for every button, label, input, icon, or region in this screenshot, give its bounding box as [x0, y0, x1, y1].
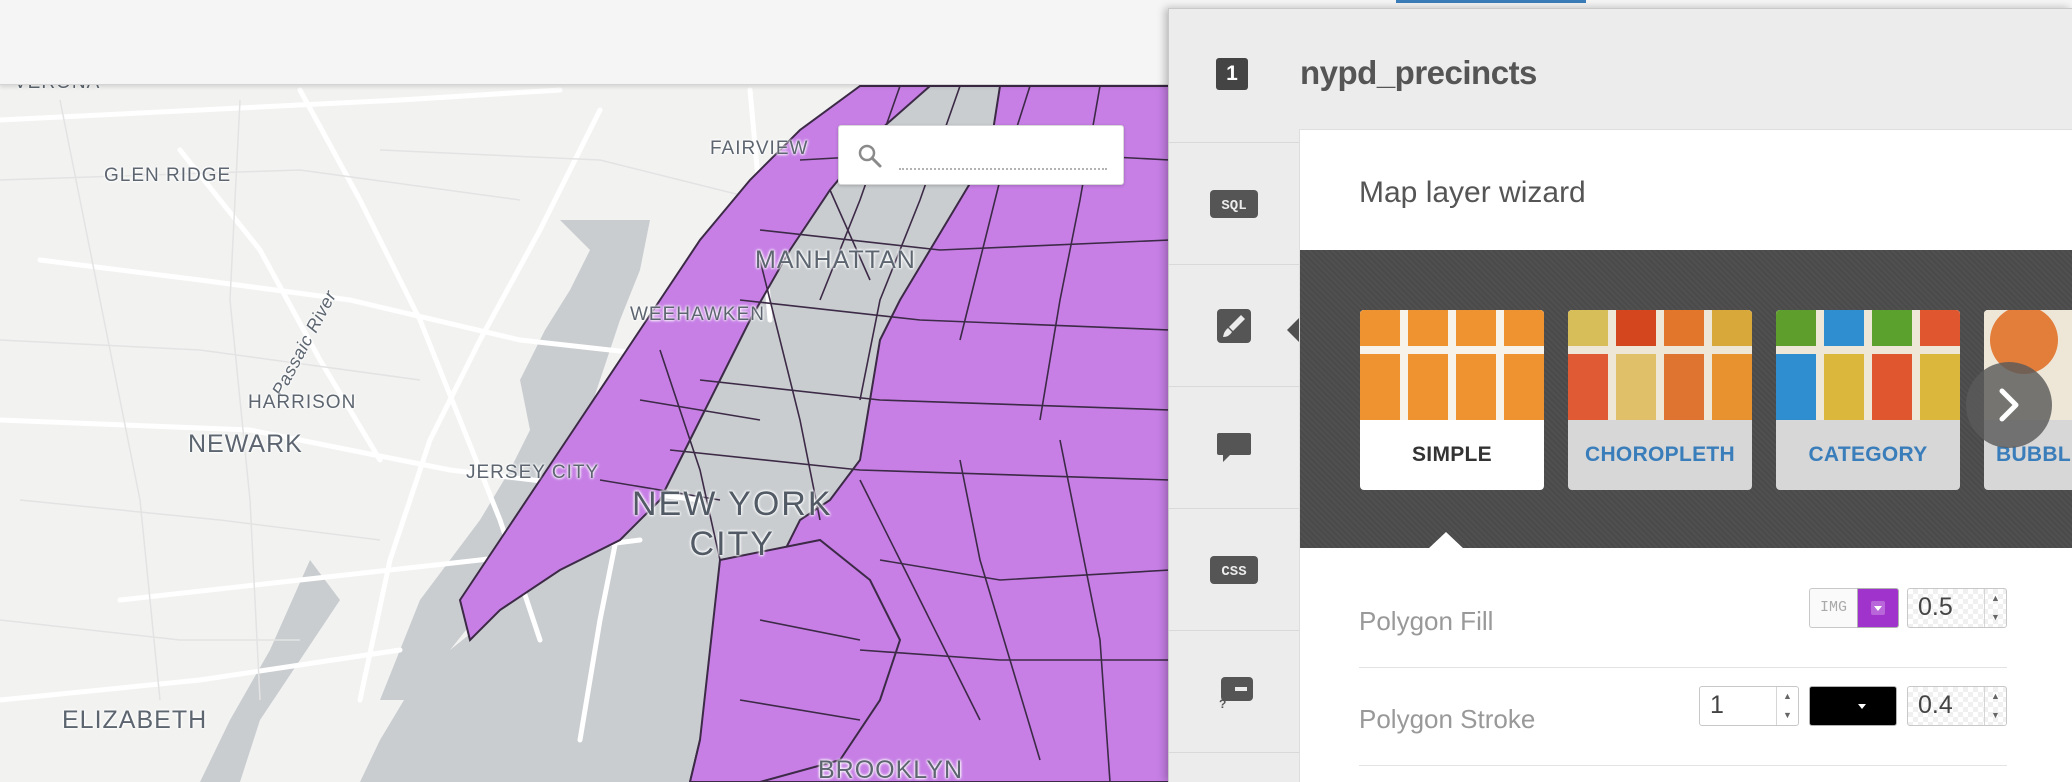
tool-css[interactable]: CSS — [1169, 509, 1299, 631]
map-label-newark: NEWARK — [188, 430, 303, 458]
map-label-fairview: FAIRVIEW — [710, 138, 809, 159]
layer-name[interactable]: nypd_precincts — [1300, 54, 1537, 92]
panel-top-strip — [1168, 0, 2072, 8]
svg-text:?: ? — [1219, 697, 1226, 709]
map-label-weehawken: WEEHAWKEN — [630, 304, 765, 325]
dropdown-arrow-icon — [1858, 704, 1866, 709]
viz-card-choropleth[interactable]: CHOROPLETH — [1568, 310, 1752, 490]
stepper-down-icon[interactable]: ▼ — [1985, 608, 2006, 627]
active-tab-indicator — [1396, 0, 1586, 3]
polygon-fill-row: Polygon Fill IMG 0.5 ▲ ▼ — [1359, 570, 2007, 668]
polygon-fill-label: Polygon Fill — [1359, 606, 1494, 636]
map-label-new-york-line1: NEW YORK — [632, 485, 833, 523]
visualization-carousel: SIMPLE CHOROPLETH CATEGORY BUBBL — [1300, 250, 2072, 548]
viz-card-simple[interactable]: SIMPLE — [1360, 310, 1544, 490]
map-label-new-york-city: NEW YORK CITY — [632, 484, 833, 564]
stepper-up-icon[interactable]: ▲ — [1985, 589, 2006, 608]
layer-panel: 1 nypd_precincts SQL CSS ? Map layer wiz… — [1168, 8, 2072, 782]
css-icon: CSS — [1210, 555, 1258, 584]
map-label-elizabeth: ELIZABETH — [62, 706, 208, 734]
choropleth-thumbnail — [1568, 310, 1752, 420]
map-label-manhattan: MANHATTAN — [755, 246, 916, 274]
viz-card-category[interactable]: CATEGORY — [1776, 310, 1960, 490]
chevron-right-icon — [1999, 388, 2019, 422]
map-search-input[interactable] — [899, 140, 1107, 170]
map-layer-wizard: Map layer wizard SIMPLE CHOROPLETH CATEG… — [1299, 129, 2072, 782]
tool-legend[interactable]: ? — [1169, 631, 1299, 753]
tool-sql[interactable]: SQL — [1169, 143, 1299, 265]
wizard-title: Map layer wizard — [1359, 176, 1586, 209]
map-label-jersey-city: JERSEY CITY — [466, 462, 600, 483]
polygon-stroke-opacity-value: 0.4 — [1918, 691, 1953, 719]
layer-number-badge: 1 — [1216, 58, 1248, 90]
polygon-fill-image-button[interactable]: IMG — [1809, 588, 1857, 628]
polygon-fill-opacity-stepper[interactable]: ▲ ▼ — [1984, 589, 2006, 627]
dropdown-arrow-icon — [1871, 601, 1885, 615]
carousel-next-button[interactable] — [1966, 362, 2052, 448]
viz-label-simple: SIMPLE — [1412, 443, 1492, 466]
map-canvas[interactable]: VERONA FAIRVIEW GLEN RIDGE MANHATTAN WEE… — [0, 0, 1170, 782]
tool-wizard[interactable] — [1169, 265, 1299, 387]
map-label-brooklyn: BROOKLYN — [818, 756, 964, 782]
map-search-box[interactable] — [838, 125, 1124, 185]
top-toolbar — [0, 0, 1170, 85]
polygon-stroke-label: Polygon Stroke — [1359, 704, 1536, 734]
polygon-fill-opacity-input[interactable]: 0.5 ▲ ▼ — [1907, 588, 2007, 628]
search-icon — [858, 144, 882, 168]
polygon-stroke-opacity-stepper[interactable]: ▲ ▼ — [1984, 687, 2006, 725]
polygon-stroke-width-input[interactable]: 1 ▲ ▼ — [1699, 686, 1799, 726]
sql-icon: SQL — [1210, 189, 1258, 218]
polygon-stroke-row: Polygon Stroke 1 ▲ ▼ 0.4 ▲ ▼ — [1359, 668, 2007, 766]
polygon-fill-opacity-value: 0.5 — [1918, 593, 1953, 621]
map-label-glen-ridge: GLEN RIDGE — [104, 165, 232, 186]
category-thumbnail — [1776, 310, 1960, 420]
selected-viz-caret — [1428, 532, 1464, 549]
stepper-up-icon[interactable]: ▲ — [1777, 687, 1798, 706]
sql-icon-text: SQL — [1221, 198, 1246, 214]
speech-bubble-icon — [1217, 432, 1251, 462]
polygon-stroke-color-picker[interactable] — [1809, 686, 1897, 726]
viz-label-choropleth: CHOROPLETH — [1585, 443, 1735, 466]
layer-header[interactable]: 1 nypd_precincts — [1169, 9, 2072, 143]
legend-icon: ? — [1219, 676, 1253, 709]
simple-thumbnail — [1360, 310, 1544, 420]
polygon-stroke-opacity-input[interactable]: 0.4 ▲ ▼ — [1907, 686, 2007, 726]
tool-infowindow[interactable] — [1169, 387, 1299, 509]
stepper-down-icon[interactable]: ▼ — [1985, 706, 2006, 725]
paintbrush-icon — [1217, 308, 1251, 343]
polygon-stroke-width-stepper[interactable]: ▲ ▼ — [1776, 687, 1798, 725]
polygon-fill-color-picker[interactable] — [1857, 588, 1899, 628]
stepper-down-icon[interactable]: ▼ — [1777, 706, 1798, 725]
stepper-up-icon[interactable]: ▲ — [1985, 687, 2006, 706]
map-label-new-york-line2: CITY — [689, 525, 775, 563]
layer-tool-rail: SQL CSS ? — [1169, 143, 1299, 782]
viz-label-category: CATEGORY — [1808, 443, 1928, 466]
polygon-stroke-width-value: 1 — [1710, 691, 1724, 719]
css-icon-text: CSS — [1221, 564, 1246, 580]
basemap — [0, 85, 1170, 782]
map-label-harrison: HARRISON — [248, 392, 357, 413]
